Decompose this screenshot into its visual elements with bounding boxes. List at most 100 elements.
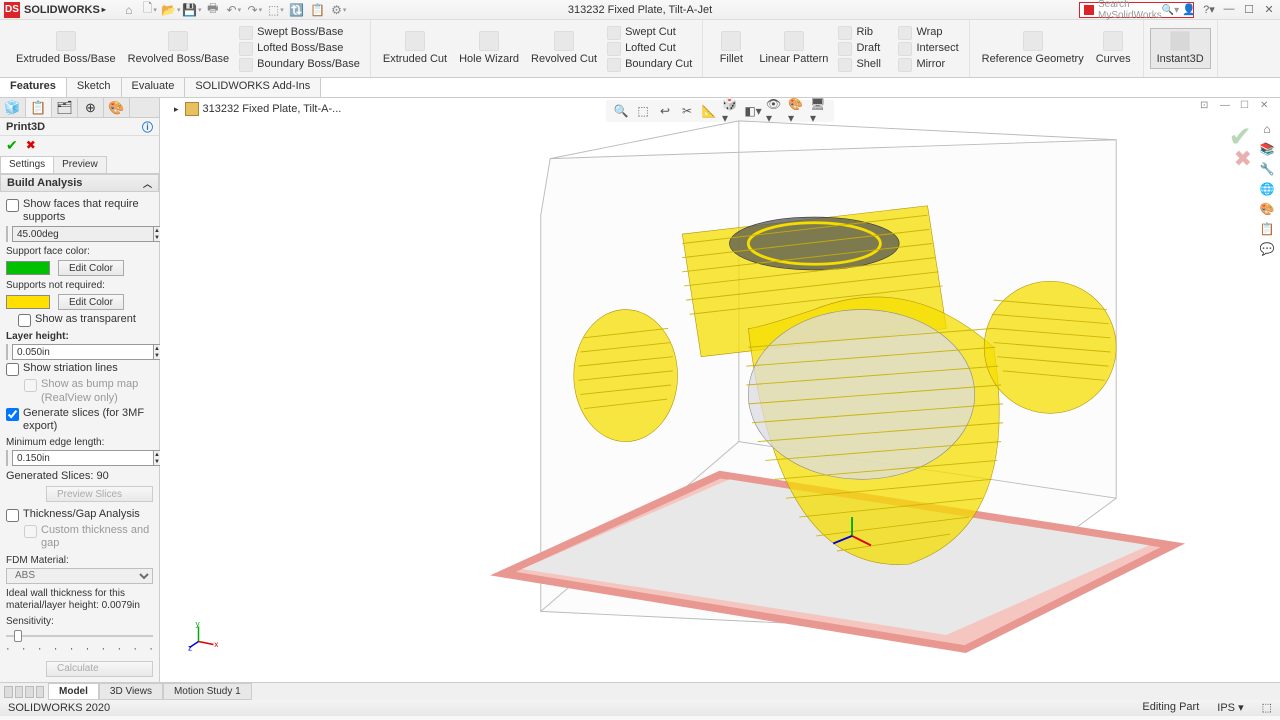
print-icon[interactable]: 🖶: [204, 2, 222, 18]
options-icon[interactable]: 📋: [309, 2, 327, 18]
status-extra-icon[interactable]: ⬚: [1262, 701, 1272, 714]
lbl-bump: Show as bump map (RealView only): [41, 378, 153, 404]
rebuild-icon[interactable]: 🔃: [288, 2, 306, 18]
help-icon[interactable]: ?▾: [1202, 2, 1216, 16]
tab-addins[interactable]: SOLIDWORKS Add-Ins: [185, 78, 321, 97]
close-icon[interactable]: ✕: [1262, 2, 1276, 16]
status-units[interactable]: IPS ▾: [1217, 701, 1243, 714]
fillet-button[interactable]: Fillet: [709, 29, 753, 67]
subtab-preview[interactable]: Preview: [53, 156, 107, 173]
min-edge-input[interactable]: [12, 450, 154, 466]
wrap-button[interactable]: Wrap: [894, 25, 962, 41]
gear-icon[interactable]: ⚙: [330, 2, 348, 18]
edit-support-color-button[interactable]: Edit Color: [58, 260, 124, 276]
bottom-nav-icons[interactable]: [0, 686, 48, 698]
hole-wizard-button[interactable]: Hole Wizard: [453, 29, 525, 67]
chk-custom-tg: [24, 525, 37, 538]
extruded-cut-button[interactable]: Extruded Cut: [377, 29, 453, 67]
save-icon[interactable]: 💾: [183, 2, 201, 18]
command-tabs: Features Sketch Evaluate SOLIDWORKS Add-…: [0, 78, 1280, 98]
section-build-analysis[interactable]: Build Analysis ︿: [0, 174, 159, 192]
task-appearance-icon[interactable]: 🎨: [1258, 200, 1276, 218]
select-icon[interactable]: ⬚: [267, 2, 285, 18]
edit-notreq-color-button[interactable]: Edit Color: [58, 294, 124, 310]
lbl-ideal-wall: Ideal wall thickness for this material/l…: [6, 588, 153, 612]
user-icon[interactable]: 👤: [1182, 2, 1196, 16]
task-resources-icon[interactable]: 📚: [1258, 140, 1276, 158]
angle-input[interactable]: [12, 226, 154, 242]
svg-text:x: x: [214, 640, 218, 649]
panel-help-icon[interactable]: ⓘ: [142, 119, 153, 135]
shell-button[interactable]: Shell: [834, 57, 894, 73]
panel-tab-feature-tree-icon[interactable]: 🧊: [0, 98, 26, 117]
search-input[interactable]: Search MySolidWorks 🔍▾: [1079, 2, 1194, 18]
curves-button[interactable]: Curves: [1090, 29, 1137, 67]
extruded-boss-button[interactable]: Extruded Boss/Base: [10, 29, 122, 67]
rib-button[interactable]: Rib: [834, 25, 894, 41]
panel-tab-config-icon[interactable]: 🗂: [52, 98, 78, 117]
notreq-color-swatch[interactable]: [6, 295, 50, 309]
boundary-cut-button[interactable]: Boundary Cut: [603, 57, 696, 73]
support-color-swatch[interactable]: [6, 261, 50, 275]
new-icon[interactable]: 🗋: [141, 2, 159, 18]
ok-button[interactable]: ✔: [6, 137, 18, 154]
property-manager: 🧊 📋 🗂 ⊕ 🎨 Print3D ⓘ ✔ ✖ Settings Preview…: [0, 98, 160, 698]
swept-boss-button[interactable]: Swept Boss/Base: [235, 25, 364, 41]
panel-tab-dimxpert-icon[interactable]: ⊕: [78, 98, 104, 117]
lbl-sensitivity: Sensitivity:: [6, 616, 153, 627]
chk-gen-slices[interactable]: [6, 408, 19, 421]
redo-icon[interactable]: ↷: [246, 2, 264, 18]
minimize-icon[interactable]: —: [1222, 2, 1236, 16]
tab-evaluate[interactable]: Evaluate: [122, 78, 186, 97]
btab-model[interactable]: Model: [48, 683, 99, 700]
graphics-viewport[interactable]: ▸ 313232 Fixed Plate, Tilt-A-... 🔍 ⬚ ↩ ✂…: [160, 98, 1280, 698]
lofted-cut-button[interactable]: Lofted Cut: [603, 41, 696, 57]
lbl-support-color: Support face color:: [6, 246, 153, 257]
chk-show-supports[interactable]: [6, 199, 19, 212]
subtab-settings[interactable]: Settings: [0, 156, 54, 173]
btab-3dviews[interactable]: 3D Views: [99, 683, 163, 700]
calculate-button[interactable]: Calculate: [46, 661, 153, 677]
home-icon[interactable]: ⌂: [120, 2, 138, 18]
chk-thickness-gap[interactable]: [6, 509, 19, 522]
tab-features[interactable]: Features: [0, 78, 67, 97]
linear-pattern-button[interactable]: Linear Pattern: [753, 29, 834, 67]
chk-transparent[interactable]: [18, 314, 31, 327]
task-home-icon[interactable]: ⌂: [1258, 120, 1276, 138]
chevron-up-icon: ︿: [143, 177, 152, 190]
task-design-icon[interactable]: 🔧: [1258, 160, 1276, 178]
btab-motion[interactable]: Motion Study 1: [163, 683, 252, 700]
boundary-boss-button[interactable]: Boundary Boss/Base: [235, 57, 364, 73]
section-title: Build Analysis: [7, 177, 82, 189]
chk-striation[interactable]: [6, 363, 19, 376]
revolved-boss-button[interactable]: Revolved Boss/Base: [122, 29, 236, 67]
task-forum-icon[interactable]: 💬: [1258, 240, 1276, 258]
maximize-icon[interactable]: ☐: [1242, 2, 1256, 16]
swept-cut-button[interactable]: Swept Cut: [603, 25, 696, 41]
intersect-button[interactable]: Intersect: [894, 41, 962, 57]
undo-icon[interactable]: ↶: [225, 2, 243, 18]
panel-tab-property-manager-icon[interactable]: 📋: [26, 98, 52, 117]
instant3d-button[interactable]: Instant3D: [1150, 28, 1211, 68]
breadcrumb-expand-icon[interactable]: ▸: [174, 104, 179, 115]
sensitivity-slider[interactable]: [6, 629, 153, 643]
draft-button[interactable]: Draft: [834, 41, 894, 57]
search-logo-icon: [1084, 5, 1094, 15]
cancel-button[interactable]: ✖: [26, 138, 36, 152]
lofted-boss-button[interactable]: Lofted Boss/Base: [235, 41, 364, 57]
status-mode: Editing Part: [1142, 701, 1199, 714]
layer-height-input[interactable]: [12, 344, 154, 360]
open-icon[interactable]: 📂: [162, 2, 180, 18]
panel-tab-display-icon[interactable]: 🎨: [104, 98, 130, 117]
task-view-icon[interactable]: 🌐: [1258, 180, 1276, 198]
revolved-cut-button[interactable]: Revolved Cut: [525, 29, 603, 67]
lbl-transparent: Show as transparent: [35, 313, 136, 326]
reference-geometry-button[interactable]: Reference Geometry: [976, 29, 1090, 67]
view-triad[interactable]: x y z: [188, 622, 218, 652]
preview-slices-button[interactable]: Preview Slices: [46, 486, 153, 502]
logo-icon: DS: [4, 2, 20, 18]
mirror-button[interactable]: Mirror: [894, 57, 962, 73]
task-properties-icon[interactable]: 📋: [1258, 220, 1276, 238]
tab-sketch[interactable]: Sketch: [67, 78, 122, 97]
doc-close-icon[interactable]: ✕: [1260, 100, 1274, 114]
